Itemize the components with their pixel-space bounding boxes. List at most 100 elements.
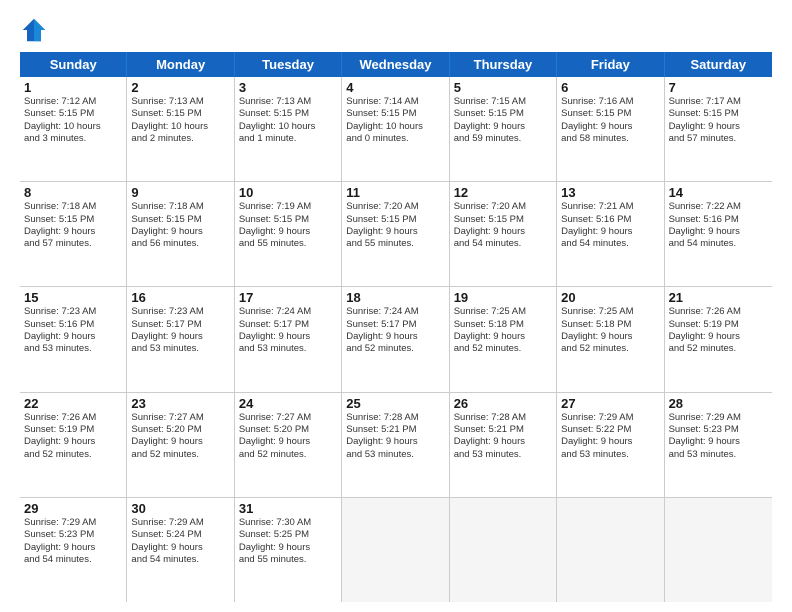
day-info: Sunrise: 7:15 AM Sunset: 5:15 PM Dayligh…	[454, 96, 552, 145]
calendar-cell	[450, 498, 557, 602]
day-number: 8	[24, 185, 122, 200]
calendar-cell: 2Sunrise: 7:13 AM Sunset: 5:15 PM Daylig…	[127, 77, 234, 181]
header-day-wednesday: Wednesday	[342, 52, 449, 77]
day-number: 17	[239, 290, 337, 305]
day-info: Sunrise: 7:23 AM Sunset: 5:17 PM Dayligh…	[131, 306, 229, 355]
calendar-cell: 16Sunrise: 7:23 AM Sunset: 5:17 PM Dayli…	[127, 287, 234, 391]
day-number: 31	[239, 501, 337, 516]
calendar-cell: 24Sunrise: 7:27 AM Sunset: 5:20 PM Dayli…	[235, 393, 342, 497]
day-number: 26	[454, 396, 552, 411]
day-number: 18	[346, 290, 444, 305]
calendar-cell: 18Sunrise: 7:24 AM Sunset: 5:17 PM Dayli…	[342, 287, 449, 391]
day-number: 27	[561, 396, 659, 411]
day-info: Sunrise: 7:26 AM Sunset: 5:19 PM Dayligh…	[669, 306, 768, 355]
day-info: Sunrise: 7:16 AM Sunset: 5:15 PM Dayligh…	[561, 96, 659, 145]
day-info: Sunrise: 7:23 AM Sunset: 5:16 PM Dayligh…	[24, 306, 122, 355]
calendar-cell: 27Sunrise: 7:29 AM Sunset: 5:22 PM Dayli…	[557, 393, 664, 497]
calendar-row: 15Sunrise: 7:23 AM Sunset: 5:16 PM Dayli…	[20, 287, 772, 392]
calendar-cell: 31Sunrise: 7:30 AM Sunset: 5:25 PM Dayli…	[235, 498, 342, 602]
day-info: Sunrise: 7:13 AM Sunset: 5:15 PM Dayligh…	[131, 96, 229, 145]
day-number: 30	[131, 501, 229, 516]
day-info: Sunrise: 7:21 AM Sunset: 5:16 PM Dayligh…	[561, 201, 659, 250]
calendar-cell: 3Sunrise: 7:13 AM Sunset: 5:15 PM Daylig…	[235, 77, 342, 181]
day-info: Sunrise: 7:12 AM Sunset: 5:15 PM Dayligh…	[24, 96, 122, 145]
day-info: Sunrise: 7:29 AM Sunset: 5:22 PM Dayligh…	[561, 412, 659, 461]
calendar-cell: 8Sunrise: 7:18 AM Sunset: 5:15 PM Daylig…	[20, 182, 127, 286]
calendar-cell: 29Sunrise: 7:29 AM Sunset: 5:23 PM Dayli…	[20, 498, 127, 602]
day-number: 24	[239, 396, 337, 411]
day-number: 20	[561, 290, 659, 305]
day-number: 15	[24, 290, 122, 305]
calendar-header: SundayMondayTuesdayWednesdayThursdayFrid…	[20, 52, 772, 77]
day-info: Sunrise: 7:19 AM Sunset: 5:15 PM Dayligh…	[239, 201, 337, 250]
day-info: Sunrise: 7:28 AM Sunset: 5:21 PM Dayligh…	[454, 412, 552, 461]
day-number: 22	[24, 396, 122, 411]
day-info: Sunrise: 7:26 AM Sunset: 5:19 PM Dayligh…	[24, 412, 122, 461]
day-info: Sunrise: 7:25 AM Sunset: 5:18 PM Dayligh…	[454, 306, 552, 355]
calendar-cell: 21Sunrise: 7:26 AM Sunset: 5:19 PM Dayli…	[665, 287, 772, 391]
day-number: 23	[131, 396, 229, 411]
day-number: 10	[239, 185, 337, 200]
day-number: 6	[561, 80, 659, 95]
calendar-cell: 7Sunrise: 7:17 AM Sunset: 5:15 PM Daylig…	[665, 77, 772, 181]
calendar-cell: 23Sunrise: 7:27 AM Sunset: 5:20 PM Dayli…	[127, 393, 234, 497]
day-number: 1	[24, 80, 122, 95]
day-info: Sunrise: 7:27 AM Sunset: 5:20 PM Dayligh…	[239, 412, 337, 461]
calendar-cell	[342, 498, 449, 602]
day-number: 9	[131, 185, 229, 200]
logo-icon	[20, 16, 48, 44]
day-number: 16	[131, 290, 229, 305]
calendar-cell: 4Sunrise: 7:14 AM Sunset: 5:15 PM Daylig…	[342, 77, 449, 181]
calendar-cell: 12Sunrise: 7:20 AM Sunset: 5:15 PM Dayli…	[450, 182, 557, 286]
header-day-sunday: Sunday	[20, 52, 127, 77]
day-info: Sunrise: 7:13 AM Sunset: 5:15 PM Dayligh…	[239, 96, 337, 145]
day-info: Sunrise: 7:29 AM Sunset: 5:23 PM Dayligh…	[669, 412, 768, 461]
calendar: SundayMondayTuesdayWednesdayThursdayFrid…	[20, 52, 772, 602]
header-day-monday: Monday	[127, 52, 234, 77]
calendar-cell: 25Sunrise: 7:28 AM Sunset: 5:21 PM Dayli…	[342, 393, 449, 497]
day-info: Sunrise: 7:17 AM Sunset: 5:15 PM Dayligh…	[669, 96, 768, 145]
day-info: Sunrise: 7:24 AM Sunset: 5:17 PM Dayligh…	[346, 306, 444, 355]
header-day-thursday: Thursday	[450, 52, 557, 77]
calendar-cell	[665, 498, 772, 602]
day-info: Sunrise: 7:29 AM Sunset: 5:23 PM Dayligh…	[24, 517, 122, 566]
calendar-cell: 1Sunrise: 7:12 AM Sunset: 5:15 PM Daylig…	[20, 77, 127, 181]
header	[20, 16, 772, 44]
header-day-saturday: Saturday	[665, 52, 772, 77]
day-number: 25	[346, 396, 444, 411]
day-number: 11	[346, 185, 444, 200]
calendar-cell: 17Sunrise: 7:24 AM Sunset: 5:17 PM Dayli…	[235, 287, 342, 391]
calendar-cell: 28Sunrise: 7:29 AM Sunset: 5:23 PM Dayli…	[665, 393, 772, 497]
day-info: Sunrise: 7:30 AM Sunset: 5:25 PM Dayligh…	[239, 517, 337, 566]
day-info: Sunrise: 7:14 AM Sunset: 5:15 PM Dayligh…	[346, 96, 444, 145]
day-number: 28	[669, 396, 768, 411]
day-info: Sunrise: 7:18 AM Sunset: 5:15 PM Dayligh…	[131, 201, 229, 250]
day-info: Sunrise: 7:20 AM Sunset: 5:15 PM Dayligh…	[454, 201, 552, 250]
calendar-cell: 6Sunrise: 7:16 AM Sunset: 5:15 PM Daylig…	[557, 77, 664, 181]
day-info: Sunrise: 7:29 AM Sunset: 5:24 PM Dayligh…	[131, 517, 229, 566]
calendar-cell: 26Sunrise: 7:28 AM Sunset: 5:21 PM Dayli…	[450, 393, 557, 497]
calendar-row: 22Sunrise: 7:26 AM Sunset: 5:19 PM Dayli…	[20, 393, 772, 498]
calendar-cell: 15Sunrise: 7:23 AM Sunset: 5:16 PM Dayli…	[20, 287, 127, 391]
header-day-tuesday: Tuesday	[235, 52, 342, 77]
calendar-cell: 20Sunrise: 7:25 AM Sunset: 5:18 PM Dayli…	[557, 287, 664, 391]
calendar-row: 1Sunrise: 7:12 AM Sunset: 5:15 PM Daylig…	[20, 77, 772, 182]
day-number: 4	[346, 80, 444, 95]
day-info: Sunrise: 7:28 AM Sunset: 5:21 PM Dayligh…	[346, 412, 444, 461]
day-number: 12	[454, 185, 552, 200]
day-info: Sunrise: 7:20 AM Sunset: 5:15 PM Dayligh…	[346, 201, 444, 250]
calendar-cell: 30Sunrise: 7:29 AM Sunset: 5:24 PM Dayli…	[127, 498, 234, 602]
calendar-body: 1Sunrise: 7:12 AM Sunset: 5:15 PM Daylig…	[20, 77, 772, 602]
header-day-friday: Friday	[557, 52, 664, 77]
day-number: 2	[131, 80, 229, 95]
calendar-cell: 10Sunrise: 7:19 AM Sunset: 5:15 PM Dayli…	[235, 182, 342, 286]
day-number: 14	[669, 185, 768, 200]
day-number: 13	[561, 185, 659, 200]
day-info: Sunrise: 7:18 AM Sunset: 5:15 PM Dayligh…	[24, 201, 122, 250]
day-info: Sunrise: 7:25 AM Sunset: 5:18 PM Dayligh…	[561, 306, 659, 355]
calendar-cell: 19Sunrise: 7:25 AM Sunset: 5:18 PM Dayli…	[450, 287, 557, 391]
calendar-cell: 11Sunrise: 7:20 AM Sunset: 5:15 PM Dayli…	[342, 182, 449, 286]
day-number: 5	[454, 80, 552, 95]
calendar-cell: 14Sunrise: 7:22 AM Sunset: 5:16 PM Dayli…	[665, 182, 772, 286]
calendar-cell: 22Sunrise: 7:26 AM Sunset: 5:19 PM Dayli…	[20, 393, 127, 497]
